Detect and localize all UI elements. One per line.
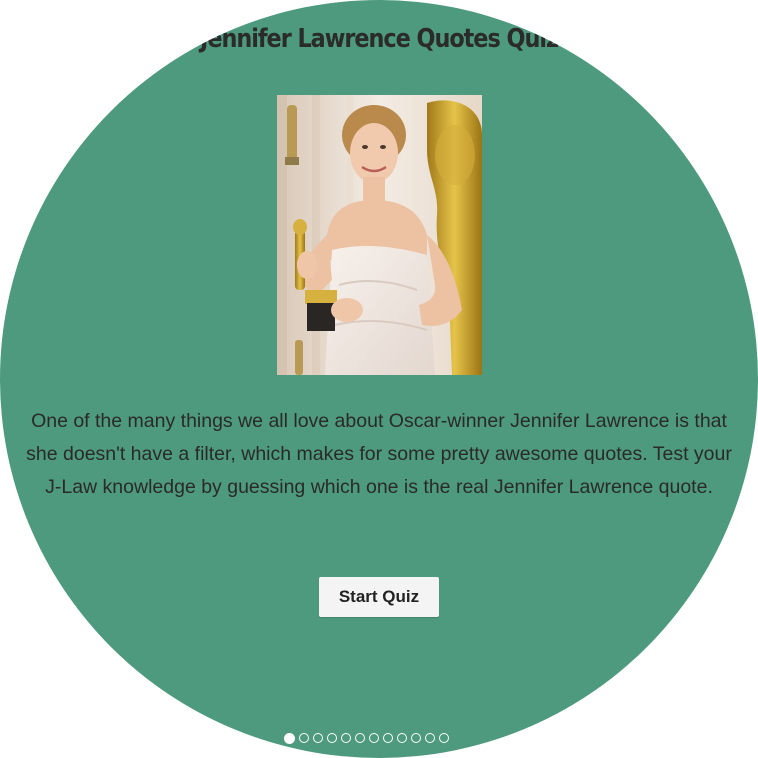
pagination-dot[interactable]: [341, 733, 351, 743]
pagination-dot[interactable]: [369, 733, 379, 743]
pagination-dot[interactable]: [411, 733, 421, 743]
quiz-card: Jennifer Lawrence Quotes Quiz One of the…: [0, 0, 758, 758]
quiz-circle-background: Jennifer Lawrence Quotes Quiz One of the…: [0, 0, 758, 758]
quiz-title: Jennifer Lawrence Quotes Quiz: [200, 24, 559, 54]
pagination-dot[interactable]: [439, 733, 449, 743]
pagination-dot[interactable]: [397, 733, 407, 743]
pagination-dot[interactable]: [299, 733, 309, 743]
pagination-dots: [284, 733, 449, 745]
pagination-dot[interactable]: [425, 733, 435, 743]
quiz-cover-photo: [277, 95, 482, 375]
pagination-dot[interactable]: [383, 733, 393, 743]
pagination-dot[interactable]: [284, 733, 295, 744]
start-quiz-button[interactable]: Start Quiz: [319, 577, 439, 617]
pagination-dot[interactable]: [327, 733, 337, 743]
quiz-description: One of the many things we all love about…: [26, 410, 732, 498]
pagination-dot[interactable]: [313, 733, 323, 743]
pagination-dot[interactable]: [355, 733, 365, 743]
